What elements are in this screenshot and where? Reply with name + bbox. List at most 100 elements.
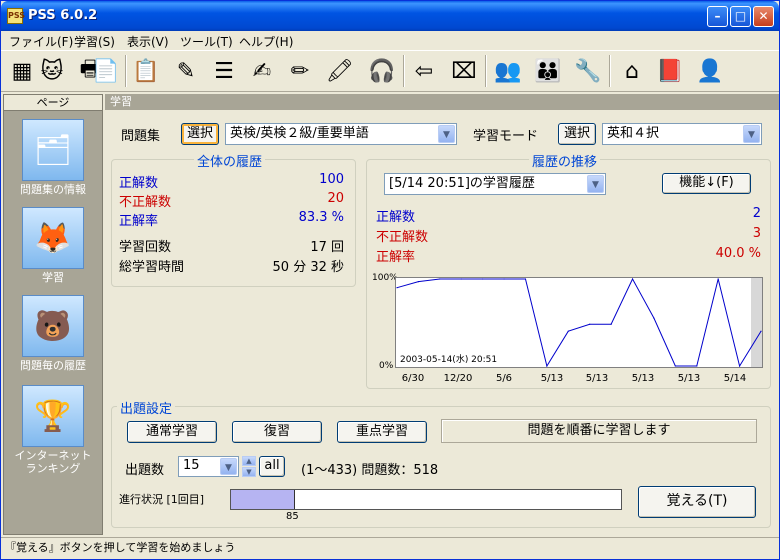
function-menu-button[interactable]: 機能↓(F) [662,173,751,194]
app-window: PSS PSS 6.0.2 – □ ✕ ファイル(F) 学習(S) 表示(V) … [0,0,780,560]
person-icon[interactable]: 👤 [693,54,727,88]
chart-point-0 [396,287,398,289]
x-tick-label: 5/13 [677,373,701,384]
marker-icon[interactable]: 🖍 [323,54,357,88]
mode-description: 問題を順番に学習します [441,419,757,443]
question-count-input[interactable]: 15 ▼ [178,456,239,477]
pencil-list-icon[interactable]: ✎ [169,54,203,88]
learning-mode-dropdown[interactable]: 英和４択 ▼ [602,123,762,145]
progress-bar [230,489,622,510]
chart-point-4 [482,278,484,280]
nav-label: 問題集の情報 [20,183,86,196]
family-icon[interactable]: 👪 [531,54,565,88]
menu-view[interactable]: 表示(V) [127,33,169,50]
chart-point-7 [546,365,548,367]
normal-study-button[interactable]: 通常学習 [127,421,217,443]
document-icon[interactable]: 📄 [89,54,123,88]
spin-down-icon[interactable]: ▼ [242,467,256,477]
page-pane: ページ 🗂 問題集の情報 🦊 学習 🐻 問題毎の履歴 🏆 インターネット ランキン… [3,94,103,535]
close-button[interactable]: ✕ [753,6,774,27]
chevron-down-icon[interactable]: ▼ [438,125,455,143]
chart-point-2 [439,278,441,280]
chevron-down-icon[interactable]: ▼ [220,458,237,475]
arrow-left-icon[interactable]: ⇦ [407,54,441,88]
home-icon[interactable]: ⌂ [615,54,649,88]
chevron-down-icon[interactable]: ▼ [587,175,604,193]
nav-problem-history[interactable]: 🐻 問題毎の履歴 [4,295,102,372]
x-tick-label: 5/13 [540,373,564,384]
question-settings-title: 出題設定 [117,398,176,417]
chart-point-8 [567,330,569,332]
bear-teacher-icon: 🐻 [22,295,84,357]
memorize-button[interactable]: 覚える(T) [638,486,756,518]
session-dropdown[interactable]: [5/14 20:51]の学習履歴 ▼ [384,173,606,195]
book-icon[interactable]: 📕 [653,54,687,88]
nav-label: 学習 [42,271,64,284]
app-icon: PSS [7,8,25,24]
toolbar-separator [403,55,405,87]
total-time-label: 総学習時間 [119,260,185,275]
spin-up-icon[interactable]: ▲ [242,456,256,466]
menu-bar: ファイル(F) 学習(S) 表示(V) ツール(T) ヘルプ(H) [1,31,779,50]
menu-help[interactable]: ヘルプ(H) [239,33,293,50]
focus-study-button[interactable]: 重点学習 [337,421,427,443]
nav-study[interactable]: 🦊 学習 [4,207,102,284]
chart-point-15 [717,278,719,280]
pen-write-icon[interactable]: ✍ [245,54,279,88]
users-icon[interactable]: 👥 [491,54,525,88]
headphone-cat-icon[interactable]: 🎧 [365,54,399,88]
toolbar-separator [125,55,127,87]
cat-icon[interactable]: 🐱 [35,54,69,88]
nav-problem-info[interactable]: 🗂 問題集の情報 [4,119,102,196]
chart-point-6 [524,278,527,280]
history-chart: 2003-05-14(水) 20:51 [395,277,763,368]
question-count-spinner[interactable]: ▲ ▼ [242,456,256,477]
x-tick-label: 5/13 [585,373,609,384]
review-button[interactable]: 復習 [232,421,322,443]
all-button[interactable]: all [259,456,285,477]
overall-rate-value: 83.3 % [298,210,344,225]
menu-study[interactable]: 学習(S) [74,33,115,50]
problem-set-dropdown[interactable]: 英検/英検２級/重要単語 ▼ [225,123,457,145]
winner-mascots-icon: 🏆 [22,385,84,447]
session-correct-label: 正解数 [376,210,416,225]
nav-internet-ranking[interactable]: 🏆 インターネット ランキング [4,385,102,475]
delete-icon[interactable]: ⌧ [447,54,481,88]
chart-point-13 [674,365,676,367]
overall-correct-label: 正解数 [119,176,159,191]
problem-set-label: 問題集 [121,129,161,144]
chart-point-3 [460,278,462,280]
chart-point-12 [653,317,655,319]
sessions-value: 17 回 [310,240,344,255]
sessions-label: 学習回数 [119,240,172,255]
chart-point-5 [503,278,505,280]
session-incorrect-value: 3 [752,226,761,241]
grid-icon[interactable]: ▦ [5,54,39,88]
overall-correct-value: 100 [319,172,344,187]
learning-mode-label: 学習モード [473,129,539,144]
nav-label: 問題毎の履歴 [20,359,86,372]
question-count-label: 出題数 [125,463,165,478]
clipboard-icon[interactable]: 📋 [129,54,163,88]
main-header: 学習 [105,94,779,110]
x-tick-label: 5/13 [631,373,655,384]
learning-mode-select-button[interactable]: 選択 [558,123,596,145]
history-trend-title: 履歴の推移 [529,151,601,170]
x-tick-label: 12/20 [443,373,473,384]
problem-set-value: 英検/英検２級/重要単語 [230,126,369,141]
chevron-down-icon[interactable]: ▼ [743,125,760,143]
x-tick-label: 5/14 [723,373,747,384]
problem-set-select-button[interactable]: 選択 [181,123,219,145]
red-list-icon[interactable]: ☰ [207,54,241,88]
window-title: PSS 6.0.2 [28,8,98,23]
minimize-button[interactable]: – [707,6,728,27]
toolbar-separator [485,55,487,87]
x-tick-label: 5/6 [495,373,513,384]
title-bar[interactable]: PSS PSS 6.0.2 – □ ✕ [1,1,779,31]
tools-icon[interactable]: 🔧 [571,54,605,88]
pencil-red-icon[interactable]: ✏ [283,54,317,88]
maximize-button[interactable]: □ [730,6,751,27]
menu-file[interactable]: ファイル(F) [9,33,73,50]
chart-point-17 [760,330,762,332]
menu-tools[interactable]: ツール(T) [180,33,233,50]
